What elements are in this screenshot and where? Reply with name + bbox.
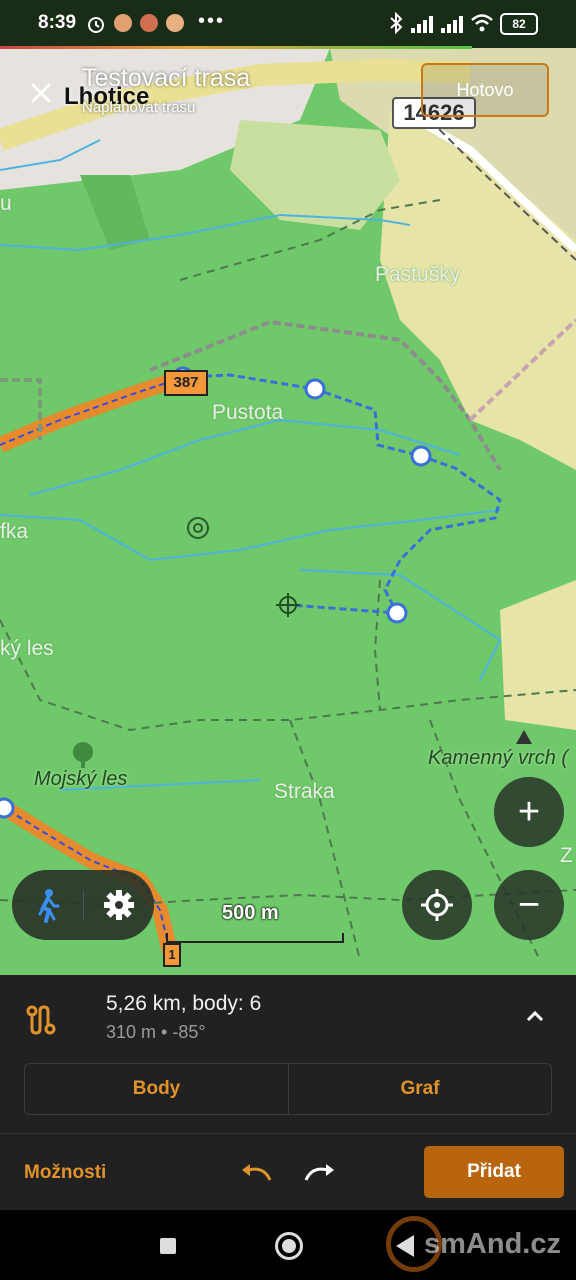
scale-bar (166, 933, 344, 943)
add-button[interactable]: Přidat (424, 1146, 564, 1198)
map-label-mojsky-les-partial: ký les (0, 637, 54, 660)
notification-app-icon (166, 14, 184, 32)
navigation-bar: smAnd.cz (0, 1210, 576, 1280)
options-button[interactable]: Možnosti (24, 1162, 106, 1184)
map-view[interactable]: Pastušky Pustota Straka Mojský les ký le… (0, 0, 576, 975)
tab-body[interactable]: Body (25, 1064, 288, 1114)
route-summary: 5,26 km, body: 6 (106, 992, 262, 1015)
divider (0, 1133, 576, 1134)
profile-settings-pill (12, 870, 154, 940)
road-number-387: 387 (164, 370, 208, 396)
route-icon (26, 1005, 56, 1035)
battery-indicator: 82 (500, 13, 538, 35)
map-label-kamenny-vrch: Kamenný vrch ( (428, 747, 569, 769)
gear-icon (104, 890, 134, 920)
map-label-straka: Straka (274, 780, 335, 803)
more-notifications-icon: ••• (198, 10, 226, 32)
chevron-up-icon[interactable] (520, 1001, 550, 1031)
zoom-in-button[interactable]: + (494, 777, 564, 847)
map-label-u: u (0, 192, 12, 215)
map-label-mojsky-les: Mojský les (34, 768, 128, 790)
watermark-text: smAnd.cz (424, 1228, 561, 1260)
wifi-icon (471, 14, 493, 32)
route-sheet: 5,26 km, body: 6 310 m • -85° Body Graf … (0, 975, 576, 1210)
profile-button[interactable] (26, 884, 68, 926)
status-bar: 8:39 ••• 82 (0, 0, 576, 49)
status-time: 8:39 (38, 12, 77, 33)
undo-icon[interactable] (236, 1158, 276, 1188)
home-button[interactable] (275, 1232, 303, 1260)
segmented-tabs: Body Graf (24, 1063, 552, 1115)
road-number-1: 1 (163, 943, 181, 967)
close-button[interactable] (22, 74, 60, 112)
back-button[interactable] (396, 1235, 414, 1257)
locate-button[interactable] (402, 870, 472, 940)
map-label-fka: fka (0, 520, 29, 543)
done-button[interactable]: Hotovo (421, 63, 549, 117)
pedestrian-icon (38, 889, 60, 923)
zoom-out-button[interactable]: − (494, 870, 564, 940)
route-subtitle: Naplánovat trasu (82, 99, 196, 116)
crosshair-icon (421, 889, 453, 921)
route-title: Testovací trasa (82, 64, 251, 92)
redo-icon[interactable] (300, 1158, 340, 1188)
scale-label: 500 m (222, 902, 279, 924)
map-label-z: Z (560, 844, 573, 867)
pill-divider (83, 890, 84, 920)
map-canvas (0, 0, 576, 975)
route-details: 310 m • -85° (106, 1022, 206, 1042)
settings-button[interactable] (100, 886, 138, 924)
recents-button[interactable] (160, 1238, 176, 1254)
bluetooth-icon (390, 12, 403, 34)
signal-icon (411, 16, 433, 33)
loading-progress (0, 46, 472, 49)
alarm-icon (88, 17, 104, 33)
notification-app-icon (114, 14, 132, 32)
close-icon (30, 82, 52, 104)
map-label-pustota: Pustota (212, 401, 284, 424)
tab-graf[interactable]: Graf (289, 1064, 551, 1114)
signal-icon (441, 16, 463, 33)
map-label-pastusky: Pastušky (375, 263, 461, 286)
notification-app-icon (140, 14, 158, 32)
